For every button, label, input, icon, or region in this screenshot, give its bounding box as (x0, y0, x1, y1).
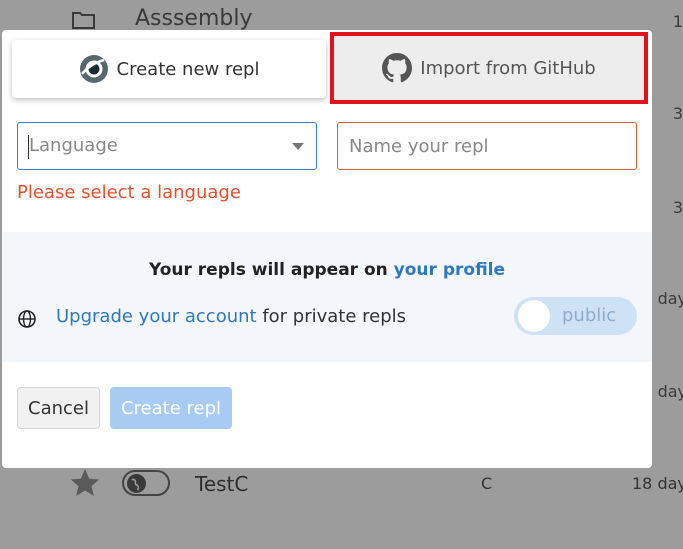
tab-import-from-github[interactable]: Import from GitHub (330, 32, 648, 104)
background-visibility-toggle[interactable] (122, 470, 170, 496)
replit-logo-icon (79, 55, 108, 83)
language-error-message: Please select a language (17, 182, 241, 203)
background-repl-date: 18 day (632, 474, 683, 493)
repl-source-tabs: Create new repl Import from GitHub (2, 30, 652, 108)
repl-name-input[interactable] (337, 122, 637, 170)
background-edge-text: 1 (672, 12, 683, 31)
github-icon (382, 53, 413, 83)
language-select[interactable]: Language (17, 122, 317, 170)
background-folder-title: Asssembly (135, 6, 253, 31)
star-icon[interactable] (68, 466, 102, 500)
toggle-label: public (562, 305, 617, 326)
create-repl-button[interactable]: Create repl (110, 387, 232, 429)
profile-notice-text: Your repls will appear on (148, 260, 388, 280)
toggle-knob (518, 300, 550, 332)
background-repl-name[interactable]: TestC (195, 472, 248, 496)
background-edge-text: 3 (672, 104, 683, 123)
create-repl-modal: Create new repl Import from GitHub Langu… (2, 30, 652, 468)
background-edge-text: 3 (672, 198, 683, 217)
cancel-button[interactable]: Cancel (17, 387, 100, 429)
your-profile-link[interactable]: your profile (394, 260, 505, 280)
public-private-toggle[interactable]: public (514, 297, 637, 335)
background-edge-text: day (657, 382, 683, 401)
folder-icon (72, 12, 95, 29)
visibility-info-panel: Your repls will appear on your profile U… (2, 232, 652, 362)
tab-create-new-repl[interactable]: Create new repl (12, 40, 326, 98)
tab-create-label: Create new repl (116, 58, 260, 80)
profile-notice: Your repls will appear on your profile (2, 260, 652, 280)
upgrade-notice-text: for private repls (262, 306, 407, 327)
tab-import-label: Import from GitHub (420, 57, 596, 79)
globe-icon (18, 310, 36, 328)
background-repl-language: C (481, 474, 493, 493)
upgrade-notice: Upgrade your account for private repls (56, 306, 406, 327)
chevron-down-icon[interactable] (292, 143, 304, 150)
upgrade-account-link[interactable]: Upgrade your account (56, 306, 257, 327)
globe-icon (127, 474, 146, 493)
background-edge-text: day (657, 289, 683, 308)
language-placeholder: Language (29, 135, 118, 156)
